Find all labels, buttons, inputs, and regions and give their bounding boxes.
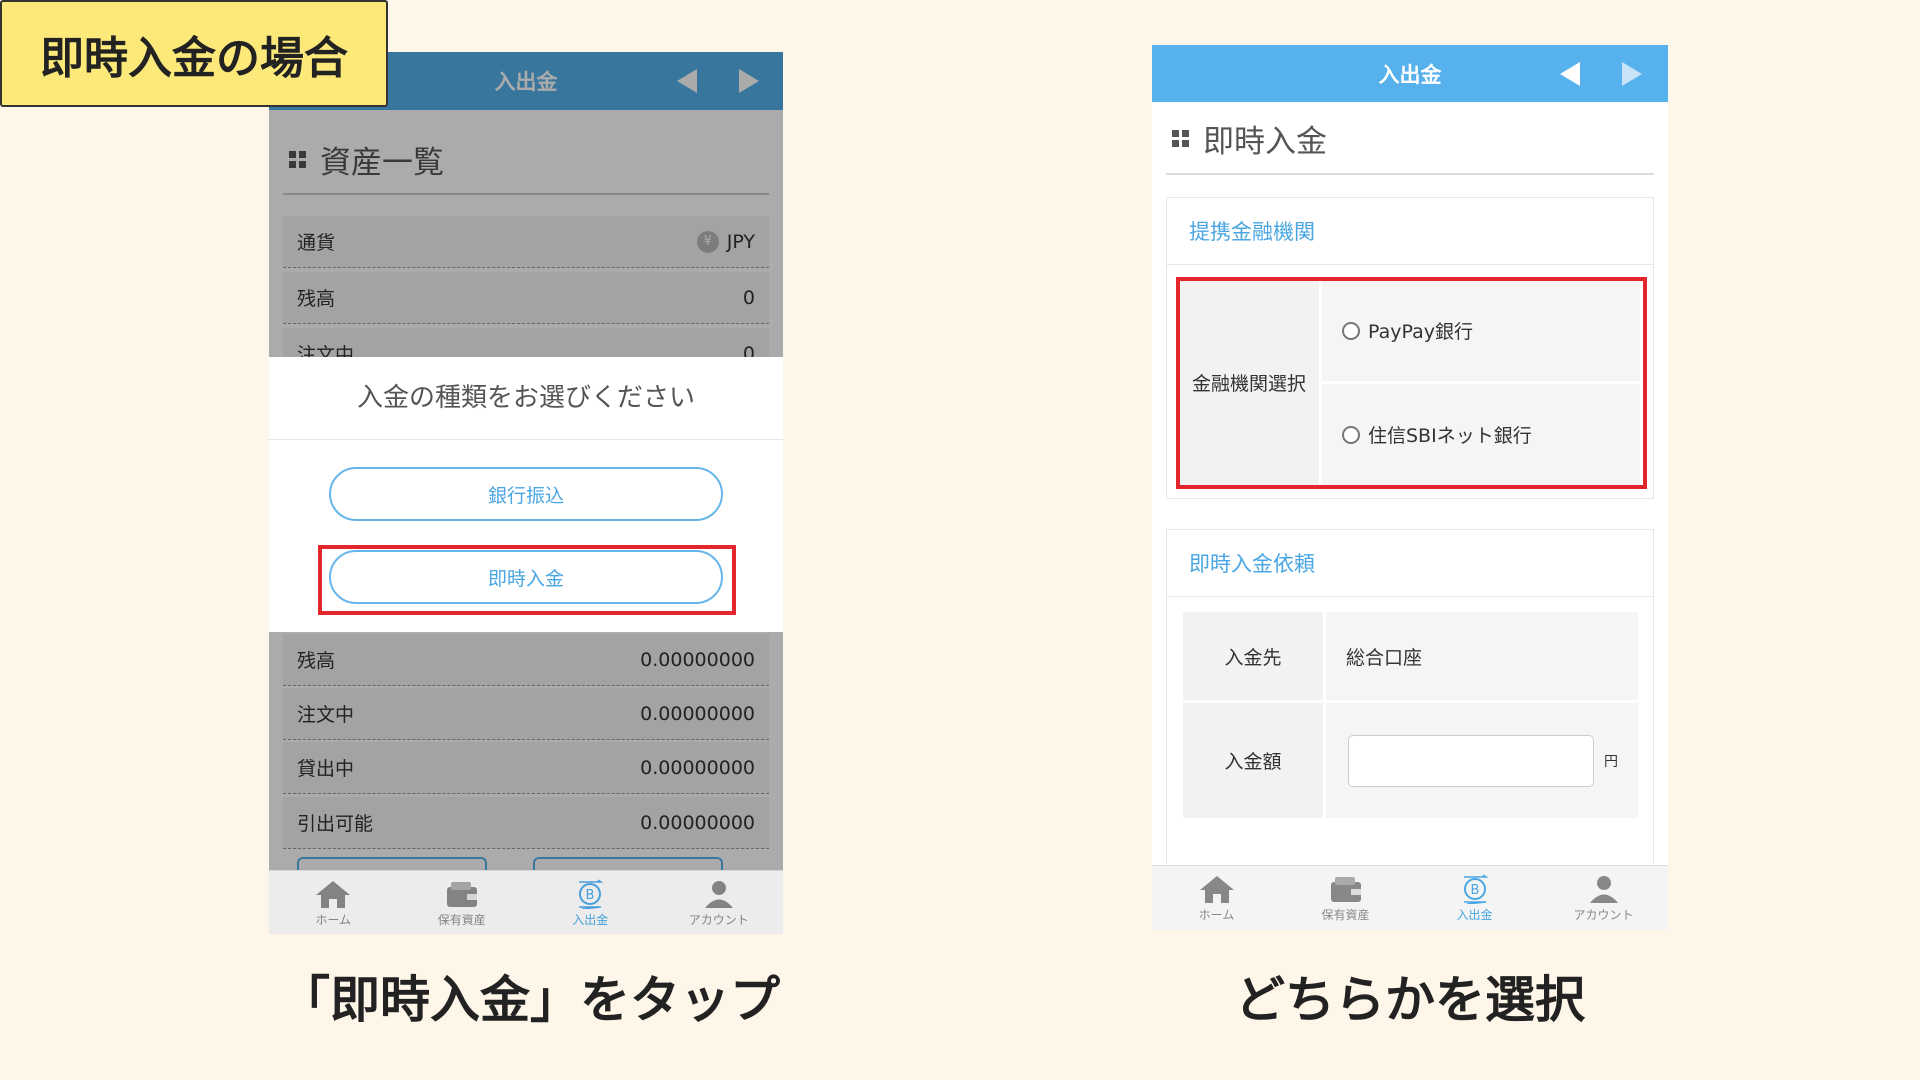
wallet-icon [1330, 877, 1361, 902]
deposit-destination-value: 総合口座 [1326, 612, 1638, 700]
modal-title: 入金の種類をお選びください [356, 383, 695, 413]
modal-divider [269, 439, 783, 440]
bank-transfer-button[interactable]: 銀行振込 [329, 467, 723, 521]
instant-deposit-highlight [318, 545, 736, 615]
grid-icon [1172, 129, 1189, 147]
right-phone-screen: 入出金 即時入金 提携金融機関 金融機関選択 PayPay銀行 住信SBIネット… [1152, 45, 1668, 930]
home-icon [1199, 876, 1234, 903]
header-title: 入出金 [1378, 62, 1442, 87]
title-badge: 即時入金の場合 [0, 0, 388, 107]
left-phone-screen: 入出金 資産一覧 通貨 ¥ JPY 残高 0 注文中 0 残高 0.000000… [269, 52, 783, 934]
tab-holdings[interactable]: 保有資産 [1281, 866, 1410, 930]
caption-right: どちらかを選択 [1235, 971, 1585, 1029]
bitcoin-transfer-icon: B [1463, 874, 1488, 904]
card-title: 即時入金依頼 [1189, 552, 1315, 576]
bank-select-highlight [1176, 277, 1647, 489]
deposit-amount-cell: 円 [1326, 703, 1638, 818]
tab-home[interactable]: ホーム [1152, 866, 1281, 930]
deposit-destination-label: 入金先 [1183, 612, 1323, 700]
person-icon [1589, 876, 1618, 903]
deposit-amount-input[interactable] [1348, 734, 1594, 787]
section-divider [1166, 173, 1654, 175]
card-title: 提携金融機関 [1189, 220, 1315, 244]
bottom-tab-bar: ホーム 保有資産 B 入出金 アカウント [1152, 865, 1668, 930]
header-bar: 入出金 [1152, 45, 1668, 102]
tab-deposit-withdraw[interactable]: B 入出金 [1410, 866, 1539, 930]
deposit-amount-label: 入金額 [1183, 703, 1323, 818]
tab-account[interactable]: アカウント [1539, 866, 1668, 930]
section-title: 即時入金 [1172, 113, 1327, 163]
prev-arrow-icon[interactable] [1560, 62, 1580, 86]
yen-unit: 円 [1604, 753, 1618, 770]
next-arrow-icon[interactable] [1622, 62, 1642, 86]
caption-left: 「即時入金」をタップ [280, 971, 780, 1029]
tabbar-dim [269, 870, 783, 934]
svg-text:B: B [1470, 883, 1479, 898]
